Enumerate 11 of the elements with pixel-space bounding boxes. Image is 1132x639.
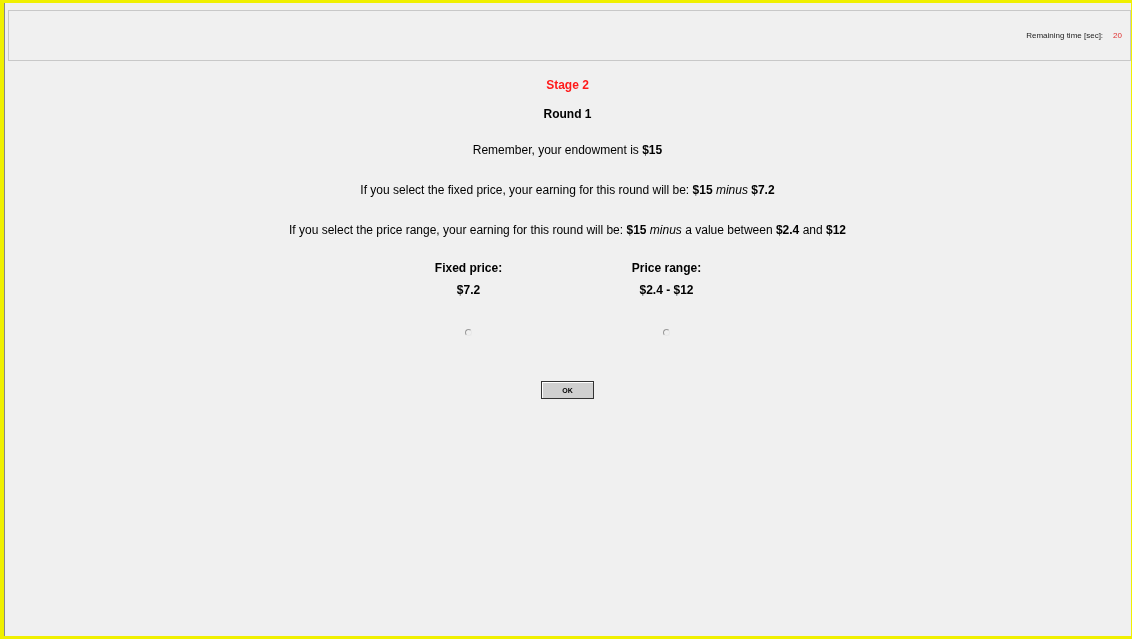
option-price: $2.4 - $12 (639, 283, 694, 297)
round-title: Round 1 (543, 107, 592, 121)
timer-label: Remaining time [sec]: (1026, 31, 1104, 40)
instruction-text: If you select the fixed price, your earning for this round will be: $15 minus $7.2 (360, 183, 775, 197)
option-label: Price range: (631, 261, 702, 275)
timer-value: 20 (1113, 31, 1122, 40)
stage-title: Stage 2 (546, 78, 589, 92)
option-label: Fixed price: (434, 261, 503, 275)
instruction-text: If you select the price range, your earning for this round will be: $15 minus a value between $2.4 and $12 (288, 223, 847, 237)
instruction-text: Remember, your endowment is $15 (472, 143, 663, 157)
option-price: $7.2 (456, 283, 481, 297)
